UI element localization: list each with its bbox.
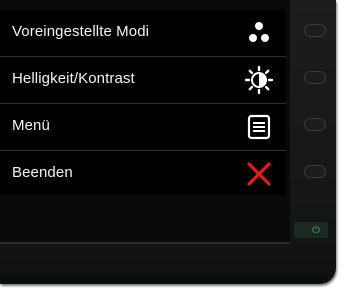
monitor-bezel: Voreingestellte Modi Helligkeit/Kontrast — [0, 0, 336, 284]
monitor-button-3[interactable] — [304, 118, 326, 131]
preset-modes-icon — [244, 18, 274, 48]
monitor-screen: Voreingestellte Modi Helligkeit/Kontrast — [0, 0, 290, 244]
osd-item-preset-modes[interactable]: Voreingestellte Modi — [0, 10, 286, 56]
osd-item-label: Menü — [12, 117, 50, 134]
power-button[interactable]: ⏻ — [294, 222, 328, 238]
osd-item-label: Voreingestellte Modi — [12, 23, 150, 40]
menu-icon — [244, 112, 274, 142]
osd-item-menu[interactable]: Menü — [0, 104, 286, 150]
monitor-button-4[interactable] — [304, 165, 326, 178]
osd-menu-panel: Voreingestellte Modi Helligkeit/Kontrast — [0, 10, 286, 195]
osd-item-exit[interactable]: Beenden — [0, 151, 286, 197]
osd-item-label: Beenden — [12, 164, 73, 181]
monitor-shadow — [0, 276, 328, 286]
exit-icon — [244, 159, 274, 189]
monitor-button-1[interactable] — [304, 24, 326, 37]
power-icon: ⏻ — [312, 225, 320, 236]
brightness-contrast-icon — [244, 65, 274, 95]
osd-item-label: Helligkeit/Kontrast — [12, 70, 135, 87]
monitor-button-2[interactable] — [304, 71, 326, 84]
osd-item-brightness-contrast[interactable]: Helligkeit/Kontrast — [0, 57, 286, 103]
